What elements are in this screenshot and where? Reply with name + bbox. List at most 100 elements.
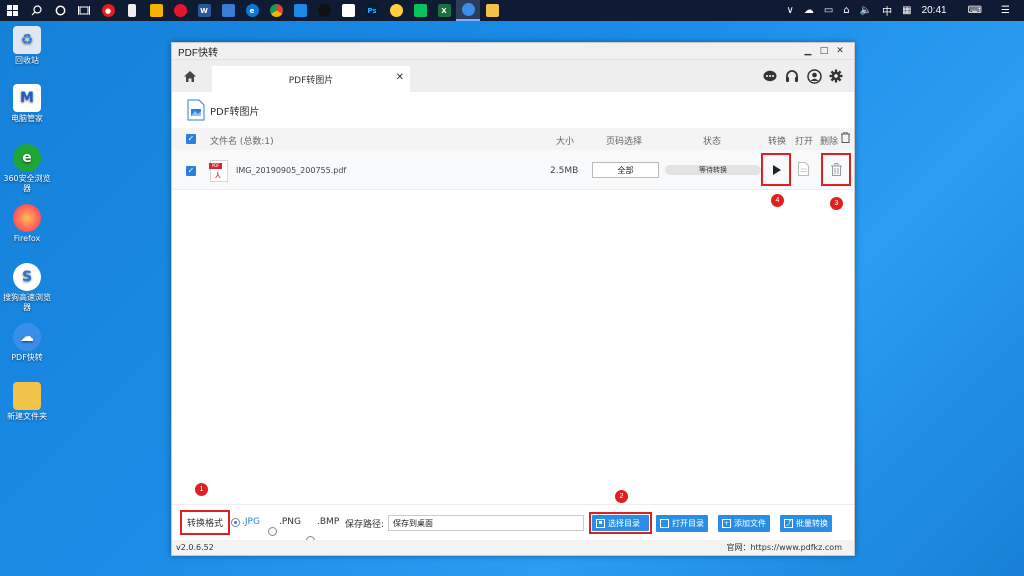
radio-jpg-label[interactable]: .JPG — [242, 517, 260, 527]
pdf-kuaizhuan-icon: ☁ — [13, 323, 41, 351]
column-open: 打开 — [795, 137, 814, 147]
browser-360-icon: e — [13, 144, 41, 172]
battery-icon[interactable]: ▭ — [824, 5, 833, 16]
taskbar-app-ps[interactable]: Ps — [360, 0, 384, 21]
tab-pdf-to-image[interactable]: PDF转图片 ✕ — [212, 66, 410, 92]
app-window: PDF快转 ▁ □ ✕ PDF转图片 ✕ PDF转图片 ✓ 文件名 (总数:1)… — [171, 42, 855, 556]
select-all-checkbox[interactable]: ✓ — [186, 134, 196, 144]
cloud-icon[interactable]: ☁ — [804, 5, 814, 16]
phone-icon — [128, 4, 136, 17]
desktop-icon-pdf-kuaizhuan[interactable]: ☁ PDF快转 — [0, 323, 54, 363]
firefox-icon — [13, 204, 41, 232]
pdf-to-image-icon — [186, 99, 206, 121]
row-size: 2.5MB — [550, 166, 579, 176]
weibo-icon — [173, 4, 187, 17]
ime-indicator[interactable]: 中 — [882, 3, 892, 18]
add-file-label: 添加文件 — [734, 519, 766, 528]
desktop-icon-firefox[interactable]: Firefox — [0, 204, 54, 244]
input-method-icon[interactable]: ⌨ — [968, 5, 982, 16]
save-path-input[interactable]: 保存到桌面 — [388, 515, 584, 531]
choose-directory-button[interactable]: ▪ 选择目录 — [592, 515, 649, 531]
close-icon[interactable]: ✕ — [832, 46, 848, 56]
chat-icon[interactable] — [762, 68, 778, 84]
taskbar-app-phone[interactable] — [120, 0, 144, 21]
open-directory-button[interactable]: 打开目录 — [656, 515, 708, 532]
open-file-icon[interactable] — [798, 162, 809, 178]
desktop-icon-label: PDF快转 — [11, 353, 43, 362]
taskbar: ● W e Ps X ∨ ☁ ▭ ⌂ 🔈 中 ▦ 20:41 ⌨ ☰ — [0, 0, 1024, 21]
row-checkbox[interactable]: ✓ — [186, 166, 196, 176]
window-title: PDF快转 — [178, 47, 218, 59]
network-icon[interactable]: ⌂ — [843, 5, 849, 16]
section-header: PDF转图片 — [172, 92, 854, 128]
batch-convert-button[interactable]: ⤴ 批量转换 — [780, 515, 832, 532]
taskbar-app-pdf[interactable] — [456, 0, 480, 21]
headset-icon[interactable] — [784, 68, 800, 84]
radio-jpg[interactable] — [231, 518, 240, 527]
home-icon — [184, 70, 196, 82]
delete-all-trash-icon[interactable] — [841, 131, 850, 146]
radio-png-label[interactable]: .PNG — [279, 517, 301, 527]
taskbar-app-weibo[interactable] — [168, 0, 192, 21]
settings-gear-icon[interactable] — [828, 68, 844, 84]
taskbar-app-chrome[interactable] — [264, 0, 288, 21]
taskbar-app-edge[interactable]: e — [240, 0, 264, 21]
task-view-icon — [78, 6, 90, 15]
desktop-icon-sogou-browser[interactable]: S 搜狗高速浏览器 — [0, 263, 54, 313]
trash-icon — [830, 163, 842, 176]
tab-bar: PDF转图片 ✕ — [172, 60, 854, 92]
start-button[interactable] — [0, 0, 24, 21]
taskbar-app-word[interactable]: W — [192, 0, 216, 21]
taskbar-app-explorer[interactable] — [480, 0, 504, 21]
qq-browser-icon — [149, 4, 163, 17]
taskbar-app-qq[interactable] — [312, 0, 336, 21]
volume-icon[interactable]: 🔈 — [860, 5, 872, 16]
radio-png[interactable] — [268, 527, 277, 536]
website-label[interactable]: 官网：https://www.pdfkz.com — [726, 542, 842, 553]
taskbar-app-wechat[interactable] — [408, 0, 432, 21]
delete-file-button[interactable] — [821, 153, 851, 186]
show-hidden-icons-icon[interactable]: ∨ — [787, 5, 794, 16]
column-delete: 删除 — [820, 137, 839, 147]
pdf-kuaizhuan-icon — [461, 3, 475, 16]
search-icon — [31, 5, 42, 16]
desktop-icon-label: Firefox — [13, 234, 41, 243]
search-button[interactable] — [24, 0, 48, 21]
desktop-icon-360-browser[interactable]: e 360安全浏览器 — [0, 144, 54, 194]
maximize-icon[interactable]: □ — [816, 46, 832, 56]
clock[interactable]: 20:41 — [922, 5, 947, 16]
desktop-icon-recycle-bin[interactable]: ♻ 回收站 — [0, 26, 54, 66]
column-convert: 转换 — [768, 137, 787, 147]
page-range-selector[interactable]: 全部 — [592, 162, 659, 178]
cortana-icon — [55, 5, 65, 16]
sogou-browser-icon: S — [13, 263, 41, 291]
taskbar-app-netease[interactable]: ● — [96, 0, 120, 21]
desktop-icon-label: 电脑管家 — [11, 114, 43, 123]
task-view-button[interactable] — [72, 0, 96, 21]
folder-icon — [485, 4, 499, 17]
convert-button[interactable] — [761, 153, 791, 186]
word-icon: W — [197, 4, 211, 17]
tab-close-icon[interactable]: ✕ — [396, 72, 404, 83]
minimize-icon[interactable]: ▁ — [800, 46, 816, 56]
cortana-button[interactable] — [48, 0, 72, 21]
taskbar-app-media[interactable] — [336, 0, 360, 21]
qq-icon — [317, 4, 331, 17]
app-tray-icon[interactable]: ▦ — [902, 5, 911, 16]
desktop-icon-pc-manager[interactable]: M 电脑管家 — [0, 84, 54, 124]
netease-icon: ● — [101, 4, 115, 17]
notification-icon[interactable]: ☰ — [1001, 5, 1010, 16]
user-account-icon[interactable] — [806, 68, 822, 84]
taskbar-app-excel[interactable]: X — [432, 0, 456, 21]
desktop-icon-new-folder[interactable]: 新建文件夹 — [0, 382, 54, 422]
column-size: 大小 — [556, 137, 575, 147]
taskbar-app-qqbrowser[interactable] — [144, 0, 168, 21]
taskbar-app-sticker[interactable] — [384, 0, 408, 21]
home-button[interactable] — [172, 60, 208, 92]
taskbar-app-photos[interactable] — [288, 0, 312, 21]
taskbar-app-pen[interactable] — [216, 0, 240, 21]
add-file-button[interactable]: + 添加文件 — [718, 515, 770, 532]
radio-bmp-label[interactable]: .BMP — [317, 517, 339, 527]
title-bar: PDF快转 ▁ □ ✕ — [172, 43, 854, 60]
table-row[interactable]: ✓ PDF ⅄ IMG_20190905_200755.pdf 2.5MB 全部 … — [172, 150, 854, 190]
